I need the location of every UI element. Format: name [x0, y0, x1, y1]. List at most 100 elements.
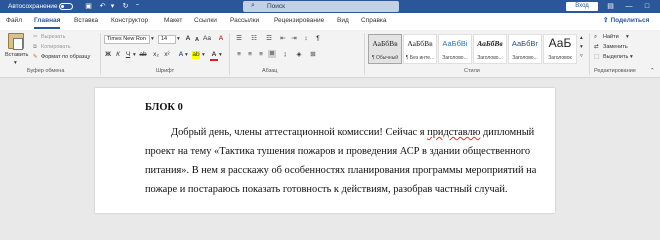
- tab-file[interactable]: Файл: [6, 17, 22, 24]
- line-spacing-icon[interactable]: ↨: [281, 51, 289, 59]
- search-input[interactable]: Поиск: [267, 3, 285, 10]
- underline-icon[interactable]: Ч: [124, 51, 132, 59]
- shrink-font-icon[interactable]: A: [193, 36, 201, 44]
- select-icon[interactable]: ⬚: [594, 54, 599, 60]
- bullets-icon[interactable]: ☰: [235, 35, 243, 43]
- tab-home[interactable]: Главная: [34, 17, 61, 29]
- text-effects-icon[interactable]: A: [177, 51, 185, 59]
- clear-formatting-icon[interactable]: A: [217, 35, 225, 43]
- multilevel-list-icon[interactable]: ☲: [265, 35, 273, 43]
- divider: [100, 33, 101, 75]
- styles-scroll-down-icon[interactable]: ▾: [580, 44, 583, 50]
- save-icon[interactable]: ▣: [84, 2, 93, 11]
- borders-icon[interactable]: ⊞: [309, 51, 317, 59]
- tab-insert[interactable]: Вставка: [74, 17, 98, 24]
- styles-scroll-up-icon[interactable]: ▴: [580, 35, 583, 41]
- decrease-indent-icon[interactable]: ⇤: [279, 35, 287, 43]
- line-text: дипломный: [480, 127, 535, 138]
- customize-icon[interactable]: ⁼: [133, 2, 142, 11]
- document-page[interactable]: БЛОК 0 Добрый день, члены аттестационной…: [95, 88, 555, 213]
- style-no-spacing[interactable]: АаБбВв ¶ Без инте...: [403, 34, 437, 64]
- format-painter-button[interactable]: Формат по образцу: [41, 54, 90, 60]
- clipboard-group-label: Буфер обмена: [27, 68, 65, 74]
- styles-group-label: Стили: [464, 68, 480, 74]
- misspelled-word[interactable]: придставлю: [427, 127, 480, 138]
- style-normal[interactable]: АаБбВв ¶ Обычный: [368, 34, 402, 64]
- search-box[interactable]: ⌕ Поиск: [243, 1, 399, 12]
- paste-icon[interactable]: [8, 33, 24, 50]
- share-button[interactable]: ⇪ Поделиться: [603, 16, 649, 24]
- grow-font-icon[interactable]: A: [184, 35, 192, 43]
- style-name: Заголово...: [442, 55, 468, 61]
- tab-view[interactable]: Вид: [337, 17, 349, 24]
- tab-mailings[interactable]: Рассылки: [230, 17, 259, 24]
- font-name-select[interactable]: Times New Ron: [104, 35, 150, 44]
- bold-icon[interactable]: Ж: [104, 51, 112, 59]
- paragraph-line-1: Добрый день, члены аттестационной комисс…: [145, 123, 535, 142]
- select-button[interactable]: Выделить: [603, 54, 628, 60]
- styles-more-icon[interactable]: ▿: [580, 53, 583, 59]
- align-right-icon[interactable]: ≡: [257, 51, 265, 59]
- tab-layout[interactable]: Макет: [164, 17, 182, 24]
- select-dropdown-icon[interactable]: ▾: [630, 54, 633, 60]
- tab-review[interactable]: Рецензирование: [274, 17, 324, 24]
- undo-icon[interactable]: ↶: [98, 2, 107, 11]
- style-heading-3[interactable]: АаБбВг Заголово...: [508, 34, 542, 64]
- style-title[interactable]: АаБ Заголовок: [543, 34, 577, 64]
- document-area[interactable]: БЛОК 0 Добрый день, члены аттестационной…: [0, 79, 660, 213]
- justify-icon[interactable]: ≣: [268, 50, 276, 58]
- strikethrough-icon[interactable]: аb: [139, 51, 147, 59]
- font-size-select[interactable]: 14: [158, 35, 176, 44]
- style-preview: АаБбВв: [477, 39, 503, 48]
- shading-icon[interactable]: ◈: [295, 51, 303, 59]
- paste-button[interactable]: Вставить: [5, 52, 28, 58]
- divider: [364, 33, 365, 75]
- tab-references[interactable]: Ссылки: [194, 17, 217, 24]
- replace-button[interactable]: Заменить: [603, 44, 628, 50]
- replace-icon[interactable]: ⇄: [594, 44, 599, 50]
- align-left-icon[interactable]: ≡: [235, 51, 243, 59]
- show-marks-icon[interactable]: ¶: [314, 35, 322, 43]
- font-color-icon[interactable]: A: [210, 51, 218, 61]
- find-icon[interactable]: ⌕: [594, 34, 597, 41]
- restore-button[interactable]: □: [642, 2, 652, 11]
- minimize-button[interactable]: —: [624, 2, 634, 11]
- font-color-dropdown-icon[interactable]: ▾: [219, 52, 222, 58]
- style-heading-2[interactable]: АаБбВв Заголово...: [473, 34, 507, 64]
- style-preview: АаБбВв: [407, 39, 433, 48]
- copy-button[interactable]: Копировать: [41, 44, 71, 50]
- line-text: Добрый день, члены аттестационной комисс…: [171, 127, 428, 138]
- tab-help[interactable]: Справка: [361, 17, 387, 24]
- find-button[interactable]: Найти: [603, 34, 619, 40]
- paste-dropdown-icon[interactable]: ▾: [14, 60, 17, 66]
- superscript-icon[interactable]: x²: [163, 51, 171, 59]
- text-effects-dropdown-icon[interactable]: ▾: [185, 52, 188, 58]
- ribbon-display-icon[interactable]: ▤: [606, 2, 615, 11]
- change-case-icon[interactable]: Aa: [203, 35, 211, 43]
- style-name: Заголово...: [512, 55, 538, 61]
- cut-icon[interactable]: ✂: [33, 34, 38, 40]
- dropdown-icon[interactable]: ▾: [108, 2, 117, 11]
- sort-icon[interactable]: ↕: [302, 35, 310, 43]
- autosave-toggle[interactable]: [59, 3, 73, 10]
- find-dropdown-icon[interactable]: ▾: [626, 34, 629, 40]
- italic-icon[interactable]: К: [114, 51, 122, 59]
- style-heading-1[interactable]: АаБбВі Заголово...: [438, 34, 472, 64]
- signin-button[interactable]: Вход: [566, 2, 598, 11]
- highlight-dropdown-icon[interactable]: ▾: [202, 52, 205, 58]
- highlight-icon[interactable]: ab: [192, 51, 200, 59]
- paragraph-line-3: питания». В нем я расскажу об особенност…: [145, 165, 537, 176]
- copy-icon[interactable]: ⧉: [33, 44, 37, 51]
- increase-indent-icon[interactable]: ⇥: [290, 35, 298, 43]
- format-painter-icon[interactable]: ✎: [33, 54, 38, 60]
- subscript-icon[interactable]: x₂: [152, 51, 160, 59]
- collapse-ribbon-icon[interactable]: ⌃: [650, 68, 655, 74]
- align-center-icon[interactable]: ≡: [246, 51, 254, 59]
- cut-button[interactable]: Вырезать: [41, 34, 65, 40]
- font-size-dropdown-icon[interactable]: ▾: [177, 36, 180, 42]
- tab-design[interactable]: Конструктор: [111, 17, 148, 24]
- numbering-icon[interactable]: ☷: [250, 35, 258, 43]
- font-name-dropdown-icon[interactable]: ▾: [151, 36, 154, 42]
- redo-icon[interactable]: ↻: [121, 2, 130, 11]
- underline-dropdown-icon[interactable]: ▾: [133, 52, 136, 58]
